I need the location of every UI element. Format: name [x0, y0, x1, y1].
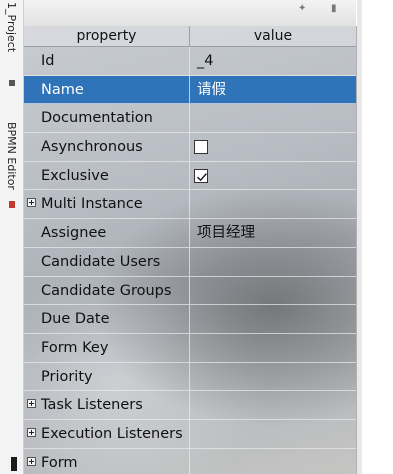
- property-value-priority[interactable]: [190, 363, 356, 391]
- property-label: Execution Listeners: [24, 419, 190, 448]
- collapse-handle-icon[interactable]: [11, 457, 17, 471]
- property-value-text: 项目经理: [197, 225, 255, 242]
- property-label: Priority: [24, 362, 190, 391]
- left-tool-strip: 1_Project BPMN Editor: [0, 0, 24, 474]
- property-value-asynchronous[interactable]: [190, 133, 356, 161]
- property-label-text: Priority: [41, 368, 93, 385]
- property-row-form-key[interactable]: Form Key: [24, 333, 356, 363]
- property-row-documentation[interactable]: Documentation: [24, 104, 356, 134]
- property-label-text: Documentation: [41, 110, 153, 127]
- property-row-priority[interactable]: Priority: [24, 362, 356, 392]
- property-rows: Id _4 Name 请假 Documentation Asynchronous Exclu…: [24, 47, 356, 474]
- property-value-candidate-users[interactable]: [190, 248, 356, 276]
- property-label: Exclusive: [24, 161, 190, 190]
- expand-plus-icon[interactable]: [27, 456, 36, 466]
- property-row-assignee[interactable]: Assignee 项目经理: [24, 219, 356, 248]
- property-value-execution-listeners[interactable]: [190, 420, 356, 448]
- property-label-text: Candidate Users: [41, 253, 161, 270]
- property-label: Candidate Users: [24, 247, 190, 276]
- property-row-form[interactable]: Form: [24, 448, 356, 474]
- property-label: Candidate Groups: [24, 276, 190, 305]
- property-value-due-date[interactable]: [190, 305, 356, 333]
- property-label: Form Key: [24, 333, 190, 362]
- property-label: Task Listeners: [24, 391, 190, 419]
- property-row-multi-instance[interactable]: Multi Instance: [24, 190, 356, 220]
- property-label-text: Task Listeners: [41, 397, 143, 414]
- property-value-name[interactable]: 请假: [190, 76, 356, 104]
- property-value-task-listeners[interactable]: [190, 391, 356, 419]
- property-label-text: Execution Listeners: [41, 425, 183, 442]
- property-value-form-key[interactable]: [190, 334, 356, 362]
- property-value-exclusive[interactable]: [190, 162, 356, 190]
- property-value-text: _4: [197, 53, 214, 69]
- expand-plus-icon[interactable]: [27, 198, 36, 208]
- expand-plus-icon[interactable]: [27, 427, 36, 437]
- property-label-text: Name: [41, 81, 84, 98]
- project-explorer-tab[interactable]: 1_Project: [5, 2, 18, 52]
- property-label-text: Assignee: [41, 225, 107, 242]
- property-value-multi-instance[interactable]: [190, 190, 356, 218]
- editor-marker-icon: [9, 201, 15, 208]
- property-label: Documentation: [24, 104, 190, 133]
- property-row-due-date[interactable]: Due Date: [24, 305, 356, 334]
- menu-icon[interactable]: ▮: [331, 3, 341, 14]
- property-sheet: property value Id _4 Name 请假 Documentation As…: [24, 26, 356, 474]
- property-label-text: Form: [41, 454, 78, 471]
- property-label-text: Multi Instance: [41, 196, 143, 213]
- properties-toolbar: ✦ ▮: [24, 0, 356, 26]
- property-label: Asynchronous: [24, 133, 190, 161]
- property-row-asynchronous[interactable]: Asynchronous: [24, 133, 356, 162]
- value-column-header[interactable]: value: [190, 26, 356, 46]
- property-value-documentation[interactable]: [190, 104, 356, 132]
- property-row-task-listeners[interactable]: Task Listeners: [24, 391, 356, 420]
- pin-icon[interactable]: ✦: [298, 3, 308, 14]
- property-row-execution-listeners[interactable]: Execution Listeners: [24, 419, 356, 449]
- property-label: Assignee: [24, 219, 190, 247]
- property-label: Multi Instance: [24, 190, 190, 219]
- property-value-form[interactable]: [190, 449, 356, 474]
- property-value-text: 请假: [197, 81, 226, 98]
- property-value-candidate-groups[interactable]: [190, 277, 356, 305]
- property-label: Name: [24, 75, 190, 104]
- property-label-text: Exclusive: [41, 167, 109, 184]
- property-table-header: property value: [24, 26, 356, 47]
- unchecked-checkbox[interactable]: [194, 140, 208, 155]
- property-label: Due Date: [24, 305, 190, 333]
- checked-checkbox[interactable]: [194, 168, 208, 183]
- property-value-id[interactable]: _4: [190, 47, 356, 75]
- property-row-candidate-users[interactable]: Candidate Users: [24, 247, 356, 277]
- property-label-text: Asynchronous: [41, 139, 143, 156]
- property-label: Id: [24, 47, 190, 75]
- property-label-text: Form Key: [41, 339, 109, 356]
- property-label: Form: [24, 448, 190, 474]
- bpmn-editor-tab[interactable]: BPMN Editor: [5, 122, 18, 190]
- expand-plus-icon[interactable]: [27, 399, 36, 409]
- property-row-candidate-groups[interactable]: Candidate Groups: [24, 276, 356, 306]
- property-label-text: Candidate Groups: [41, 282, 172, 299]
- vertical-scrollbar[interactable]: [357, 0, 362, 474]
- property-column-header[interactable]: property: [24, 26, 190, 46]
- property-label-text: Due Date: [41, 311, 110, 328]
- property-row-name[interactable]: Name 请假: [24, 75, 356, 105]
- property-value-assignee[interactable]: 项目经理: [190, 219, 356, 247]
- property-row-exclusive[interactable]: Exclusive: [24, 161, 356, 191]
- property-label-text: Id: [41, 53, 55, 69]
- checkmark-icon: [196, 172, 207, 182]
- property-row-id[interactable]: Id _4: [24, 47, 356, 76]
- view-icon[interactable]: [9, 80, 15, 86]
